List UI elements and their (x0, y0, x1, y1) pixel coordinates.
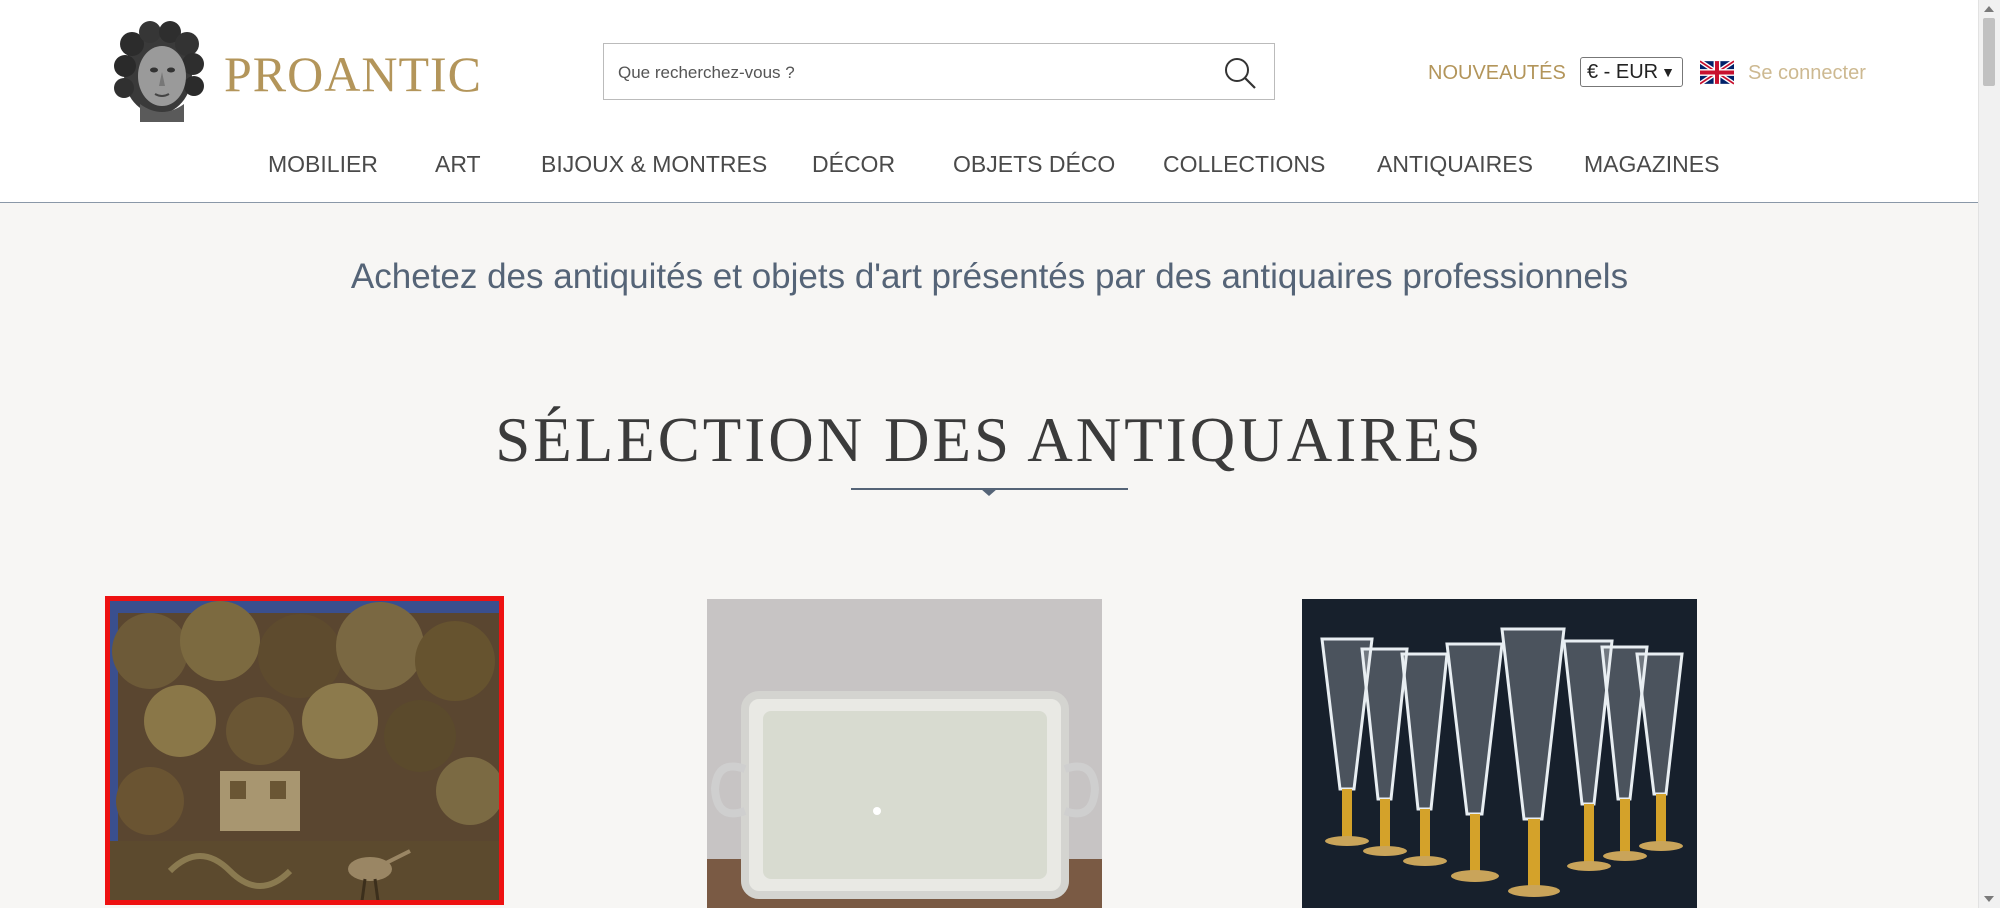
product-card-tapestry[interactable] (105, 596, 504, 905)
main-nav: MOBILIER ART BIJOUX & MONTRES DÉCOR OBJE… (0, 150, 1979, 180)
scroll-up-icon[interactable] (1984, 6, 1994, 12)
nav-item-bijoux-montres[interactable]: BIJOUX & MONTRES (541, 150, 767, 178)
glasses-image (1302, 599, 1697, 908)
nav-item-magazines[interactable]: MAGAZINES (1584, 150, 1719, 178)
login-link[interactable]: Se connecter (1748, 60, 1866, 86)
scrollbar-thumb[interactable] (1983, 18, 1995, 86)
chevron-down-icon: ▼ (1661, 64, 1675, 80)
nav-item-mobilier[interactable]: MOBILIER (268, 150, 378, 178)
currency-select[interactable]: € - EUR ▼ (1580, 57, 1683, 87)
logo-text[interactable]: PROANTIC (224, 44, 482, 104)
scroll-down-icon[interactable] (1984, 896, 1994, 902)
search-icon[interactable] (1222, 55, 1258, 91)
currency-value: € - EUR (1587, 61, 1659, 83)
uk-flag-icon[interactable] (1700, 60, 1734, 85)
tray-image (707, 599, 1102, 908)
logo-bust-icon[interactable] (110, 20, 208, 122)
site-header: PROANTIC NOUVEAUTÉS € - EUR ▼ Se connect… (0, 0, 1979, 203)
tapestry-image (110, 601, 499, 900)
nav-item-objets-deco[interactable]: OBJETS DÉCO (953, 150, 1115, 178)
nav-item-antiquaires[interactable]: ANTIQUAIRES (1377, 150, 1533, 178)
page-scrollbar[interactable] (1978, 0, 2000, 908)
site-tagline: Achetez des antiquités et objets d'art p… (350, 257, 1629, 296)
product-card-glasses[interactable] (1302, 599, 1697, 908)
section-title: SÉLECTION DES ANTIQUAIRES (495, 405, 1484, 475)
title-divider (851, 488, 1128, 496)
new-items-link[interactable]: NOUVEAUTÉS (1428, 60, 1566, 86)
nav-item-collections[interactable]: COLLECTIONS (1163, 150, 1325, 178)
search-input[interactable] (616, 44, 1200, 101)
nav-item-decor[interactable]: DÉCOR (812, 150, 895, 178)
product-card-tray[interactable] (707, 599, 1102, 908)
nav-item-art[interactable]: ART (435, 150, 481, 178)
search-box (603, 43, 1275, 101)
